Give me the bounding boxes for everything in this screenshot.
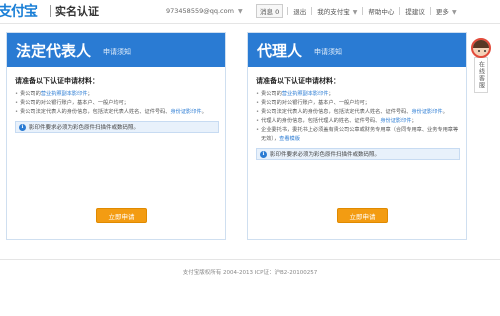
list-item: 贵公司的对公银行账户，基本户、一般户均可；	[256, 99, 460, 108]
item-text: 贵公司的	[20, 91, 41, 97]
panel-subtitle: 申请须知	[103, 48, 131, 56]
online-service-tab[interactable]: 在线客服	[474, 57, 488, 93]
alipay-logo[interactable]: 支付宝	[0, 1, 38, 21]
panel-header: 代理人 申请须知	[248, 33, 466, 67]
avatar-hair	[473, 40, 489, 48]
panel-body: 请准备以下认证申请材料： 贵公司的营业执照副本影印件； 贵公司的对公银行账户，基…	[248, 67, 466, 160]
footer-copyright: 支付宝版权所有 2004-2013 ICP证：沪B2-20100257	[182, 270, 318, 276]
id-copy-link[interactable]: 身份证影印件	[170, 109, 201, 115]
more-label: 更多	[435, 7, 449, 16]
feedback-link[interactable]: 提建议	[400, 6, 430, 16]
notice-bar: i 影印件要求必须为彩色原件扫描件或数码照。	[256, 148, 460, 160]
panel-header: 法定代表人 申请须知	[7, 33, 225, 67]
avatar-eye	[484, 50, 486, 52]
business-license-link[interactable]: 营业执照副本影印件	[41, 91, 88, 97]
item-text: 代理人的身份信息，包括代理人的姓名、证件号码、	[261, 118, 381, 124]
help-center-link[interactable]: 帮助中心	[363, 6, 399, 16]
list-item: 贵公司法定代表人的身份信息，包括法定代表人姓名、证件号码、身份证影印件。	[256, 108, 460, 117]
avatar-eye	[478, 50, 480, 52]
list-item: 贵公司的对公银行账户，基本户、一般户均可；	[15, 99, 219, 108]
apply-button-legal-representative[interactable]: 立即申请	[96, 208, 147, 223]
account-email: 973458559@qq.com	[166, 7, 234, 15]
account-menu[interactable]: 973458559@qq.com ▼	[166, 7, 243, 15]
item-text: 贵公司法定代表人的身份信息，包括法定代表人姓名、证件号码、	[20, 109, 171, 115]
item-text: 贵公司的	[261, 91, 282, 97]
panel-subtitle: 申请须知	[314, 48, 342, 56]
item-text: ；	[411, 118, 417, 124]
notice-bar: i 影印件要求必须为彩色原件扫描件或数码照。	[15, 121, 219, 133]
list-item: 贵公司的营业执照副本影印件；	[256, 90, 460, 99]
page-title: 实名认证	[55, 5, 99, 18]
info-icon: i	[19, 123, 26, 131]
legal-representative-panel: 法定代表人 申请须知 请准备以下认证申请材料： 贵公司的营业执照副本影印件； 贵…	[6, 32, 226, 240]
list-item: 企业委托书，委托书上必须盖有贵公司公章或财务专用章（合同专用章、业务专用章等无效…	[256, 126, 460, 144]
my-alipay-menu[interactable]: 我的支付宝 ▼	[312, 6, 362, 16]
panel-body: 请准备以下认证申请材料： 贵公司的营业执照副本影印件； 贵公司的对公银行账户，基…	[7, 67, 225, 133]
item-text: ；	[328, 91, 334, 97]
messages-label: 消息	[260, 7, 273, 16]
item-text: ；	[87, 91, 93, 97]
requirements-title: 请准备以下认证申请材料：	[256, 77, 340, 85]
footer-divider	[0, 259, 500, 260]
logo-divider	[50, 5, 51, 17]
item-text: 贵公司法定代表人的身份信息，包括法定代表人姓名、证件号码、	[261, 109, 412, 115]
agent-id-copy-link[interactable]: 身份证影印件	[380, 118, 411, 124]
chevron-down-icon: ▼	[452, 8, 457, 16]
info-icon: i	[260, 150, 267, 158]
item-text: 。	[201, 109, 207, 115]
id-copy-link[interactable]: 身份证影印件	[411, 109, 442, 115]
online-service-widget[interactable]: 在线客服	[470, 38, 492, 96]
business-license-link[interactable]: 营业执照副本影印件	[282, 91, 329, 97]
notice-text: 影印件要求必须为彩色原件扫描件或数码照。	[270, 152, 381, 158]
requirements-list: 贵公司的营业执照副本影印件； 贵公司的对公银行账户，基本户、一般户均可； 贵公司…	[256, 90, 460, 144]
apply-button-agent[interactable]: 立即申请	[337, 208, 388, 223]
chevron-down-icon: ▼	[352, 8, 358, 16]
top-header: 支付宝 实名认证 973458559@qq.com ▼ 消息 0 退出 我的支付…	[0, 0, 500, 24]
requirements-title: 请准备以下认证申请材料：	[15, 77, 99, 85]
item-text: 贵公司的对公银行账户，基本户、一般户均可；	[20, 100, 129, 106]
list-item: 代理人的身份信息，包括代理人的姓名、证件号码、身份证影印件；	[256, 117, 460, 126]
messages-link[interactable]: 消息 0	[256, 3, 284, 18]
notice-text: 影印件要求必须为彩色原件扫描件或数码照。	[29, 125, 140, 131]
requirements-list: 贵公司的营业执照副本影印件； 贵公司的对公银行账户，基本户、一般户均可； 贵公司…	[15, 90, 219, 117]
top-nav: 消息 0 退出 我的支付宝 ▼ 帮助中心 提建议 更多 ▼	[256, 3, 462, 18]
service-avatar-icon	[471, 38, 491, 58]
list-item: 贵公司法定代表人的身份信息，包括法定代表人姓名、证件号码、身份证影印件。	[15, 108, 219, 117]
chevron-down-icon: ▼	[238, 8, 243, 15]
item-text: 贵公司的对公银行账户，基本户、一般户均可；	[261, 100, 370, 106]
more-menu[interactable]: 更多 ▼	[431, 6, 462, 16]
my-alipay-label: 我的支付宝	[317, 7, 350, 16]
logout-link[interactable]: 退出	[288, 6, 311, 16]
item-text: 。	[442, 109, 448, 115]
panel-title: 法定代表人	[16, 42, 92, 60]
panel-title: 代理人	[257, 42, 303, 60]
list-item: 贵公司的营业执照副本影印件；	[15, 90, 219, 99]
view-template-link[interactable]: 查看模版	[279, 136, 300, 142]
messages-count: 0	[275, 7, 280, 16]
agent-panel: 代理人 申请须知 请准备以下认证申请材料： 贵公司的营业执照副本影印件； 贵公司…	[247, 32, 467, 240]
